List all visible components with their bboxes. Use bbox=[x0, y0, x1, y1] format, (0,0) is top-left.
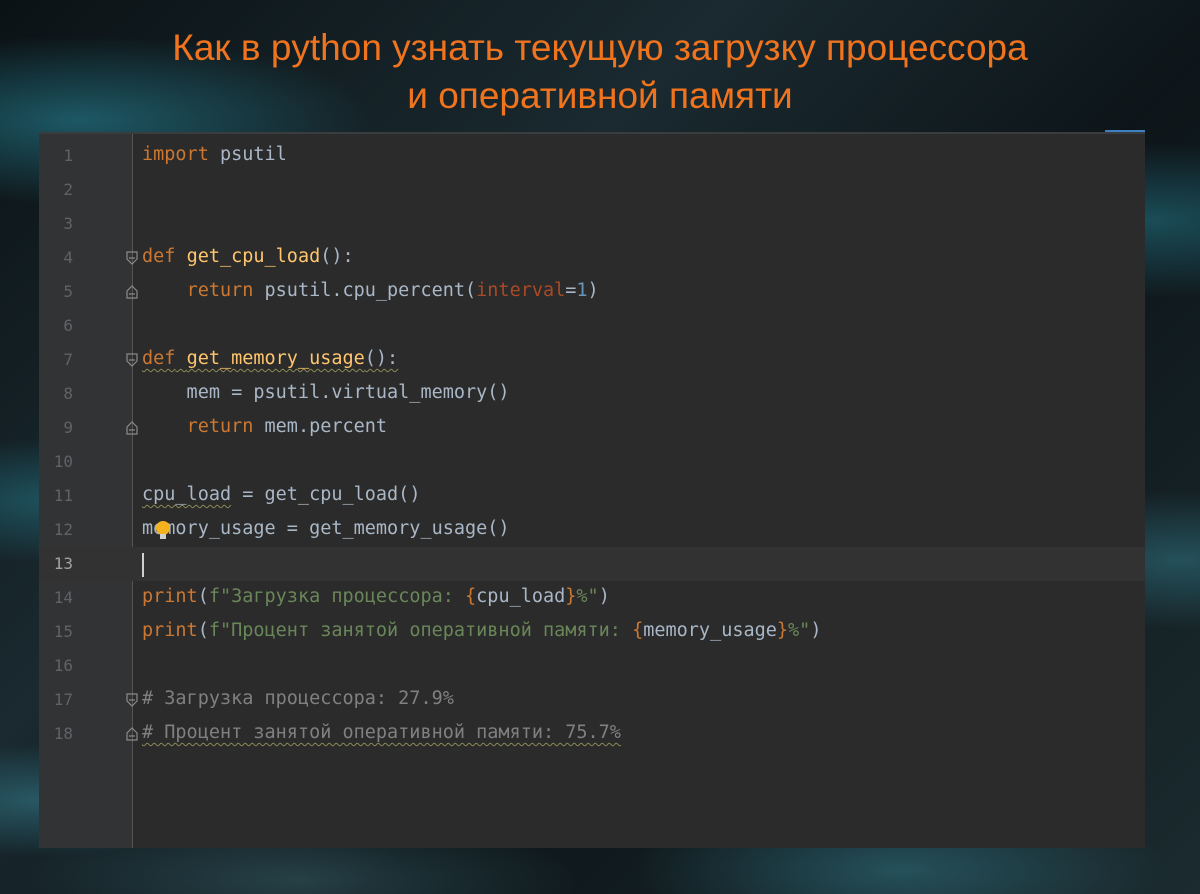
lightbulb-icon[interactable] bbox=[156, 521, 170, 539]
code-line[interactable]: 2 bbox=[39, 173, 1145, 207]
title-line-2: и оперативной памяти bbox=[407, 75, 793, 116]
code-text[interactable]: cpu_load = get_cpu_load() bbox=[142, 484, 420, 505]
line-number: 8 bbox=[63, 384, 73, 403]
code-token: print bbox=[142, 586, 198, 607]
line-number: 5 bbox=[63, 282, 73, 301]
code-token: (): bbox=[320, 246, 354, 267]
line-number: 13 bbox=[53, 554, 73, 573]
code-token: # Загрузка процессора: 27.9% bbox=[142, 688, 454, 709]
code-line[interactable]: 11 cpu_load = get_cpu_load() bbox=[39, 479, 1145, 513]
code-line[interactable]: 5 return psutil.cpu_percent(interval=1) bbox=[39, 275, 1145, 309]
code-token: } bbox=[565, 586, 577, 607]
code-text[interactable]: def get_cpu_load(): bbox=[142, 246, 354, 267]
code-line[interactable]: 15 print(f"Процент занятой оперативной па… bbox=[39, 615, 1145, 649]
code-token: print bbox=[142, 620, 198, 641]
code-line[interactable]: 12 memory_usage = get_memory_usage() bbox=[39, 513, 1145, 547]
title-line-1: Как в python узнать текущую загрузку про… bbox=[172, 27, 1028, 68]
line-number: 18 bbox=[53, 724, 73, 743]
code-line[interactable]: 18 # Процент занятой оперативной памяти: … bbox=[39, 717, 1145, 751]
code-token: f"Загрузка процессора: bbox=[208, 586, 466, 607]
code-line[interactable]: 10 bbox=[39, 445, 1145, 479]
code-token: f"Процент занятой оперативной памяти: bbox=[208, 620, 633, 641]
code-token: memory_usage = get_memory_usage() bbox=[142, 518, 510, 539]
code-token: cpu_load bbox=[142, 484, 232, 505]
line-number: 4 bbox=[63, 248, 73, 267]
code-token: = get_cpu_load() bbox=[231, 484, 421, 505]
code-token: get_cpu_load bbox=[186, 246, 321, 267]
code-line[interactable]: 9 return mem.percent bbox=[39, 411, 1145, 445]
code-token: %" bbox=[576, 586, 599, 607]
code-line[interactable]: 1 import psutil bbox=[39, 139, 1145, 173]
code-token: 1 bbox=[576, 280, 588, 301]
code-token: ( bbox=[197, 586, 209, 607]
fold-open-icon[interactable] bbox=[125, 249, 139, 267]
code-line[interactable]: 8 mem = psutil.virtual_memory() bbox=[39, 377, 1145, 411]
line-number: 3 bbox=[63, 214, 73, 233]
line-number: 2 bbox=[63, 180, 73, 199]
line-number: 17 bbox=[53, 690, 73, 709]
fold-close-icon[interactable] bbox=[125, 725, 139, 743]
code-token: import bbox=[142, 144, 209, 165]
fold-close-icon[interactable] bbox=[125, 419, 139, 437]
code-text[interactable]: mem = psutil.virtual_memory() bbox=[142, 382, 510, 403]
code-token: def get_memory_usage(): bbox=[142, 348, 399, 369]
code-token: # Процент занятой оперативной памяти: 75… bbox=[142, 722, 621, 743]
code-text[interactable]: return mem.percent bbox=[142, 416, 387, 437]
code-text[interactable]: print(f"Процент занятой оперативной памя… bbox=[142, 620, 821, 641]
code-line[interactable]: 16 bbox=[39, 649, 1145, 683]
code-text[interactable]: import psutil bbox=[142, 144, 287, 165]
line-number: 12 bbox=[53, 520, 73, 539]
code-text[interactable]: # Загрузка процессора: 27.9% bbox=[142, 688, 454, 709]
line-number: 7 bbox=[63, 350, 73, 369]
line-number: 9 bbox=[63, 418, 73, 437]
code-token: cpu_load bbox=[476, 586, 566, 607]
fold-close-icon[interactable] bbox=[125, 283, 139, 301]
code-text[interactable]: memory_usage = get_memory_usage() bbox=[142, 518, 510, 539]
text-caret bbox=[142, 553, 144, 577]
fold-open-icon[interactable] bbox=[125, 351, 139, 369]
code-token: mem.percent bbox=[253, 416, 388, 437]
code-token: { bbox=[632, 620, 644, 641]
line-number: 15 bbox=[53, 622, 73, 641]
code-token: } bbox=[776, 620, 789, 641]
code-line[interactable]: 6 bbox=[39, 309, 1145, 343]
code-text[interactable]: def get_memory_usage(): bbox=[142, 348, 398, 369]
code-token: %" bbox=[788, 620, 811, 641]
code-token: ( bbox=[197, 620, 209, 641]
code-token: ) bbox=[810, 620, 822, 641]
line-number: 10 bbox=[53, 452, 73, 471]
code-token: psutil.cpu_percent( bbox=[253, 280, 477, 301]
code-line[interactable]: 7 def get_memory_usage(): bbox=[39, 343, 1145, 377]
code-token: memory_usage bbox=[643, 620, 777, 641]
code-token: return bbox=[186, 280, 254, 301]
code-token: def bbox=[142, 246, 176, 267]
code-line[interactable]: 17 # Загрузка процессора: 27.9% bbox=[39, 683, 1145, 717]
line-number: 1 bbox=[63, 146, 73, 165]
line-number: 6 bbox=[63, 316, 73, 335]
code-text[interactable]: # Процент занятой оперативной памяти: 75… bbox=[142, 722, 621, 743]
code-token: = bbox=[565, 280, 577, 301]
code-token: interval bbox=[476, 280, 566, 301]
line-number: 11 bbox=[53, 486, 73, 505]
code-line[interactable]: 3 bbox=[39, 207, 1145, 241]
code-line[interactable]: 13 bbox=[39, 547, 1145, 581]
code-token: ) bbox=[587, 280, 599, 301]
code-text[interactable]: return psutil.cpu_percent(interval=1) bbox=[142, 280, 599, 301]
code-token: mem = psutil.virtual_memory() bbox=[142, 382, 510, 403]
code-token: psutil bbox=[208, 144, 287, 165]
code-line[interactable]: 14 print(f"Загрузка процессора: {cpu_load… bbox=[39, 581, 1145, 615]
code-token: { bbox=[465, 586, 477, 607]
code-editor[interactable]: 1 import psutil 2 3 4 def get_cpu_load(): 5 re… bbox=[39, 132, 1145, 848]
code-token: return bbox=[186, 416, 254, 437]
line-number: 14 bbox=[53, 588, 73, 607]
code-token: ) bbox=[598, 586, 610, 607]
code-text[interactable]: print(f"Загрузка процессора: {cpu_load}%… bbox=[142, 586, 610, 607]
code-line[interactable]: 4 def get_cpu_load(): bbox=[39, 241, 1145, 275]
slide-title: Как в python узнать текущую загрузку про… bbox=[0, 24, 1200, 120]
fold-open-icon[interactable] bbox=[125, 691, 139, 709]
line-number: 16 bbox=[53, 656, 73, 675]
